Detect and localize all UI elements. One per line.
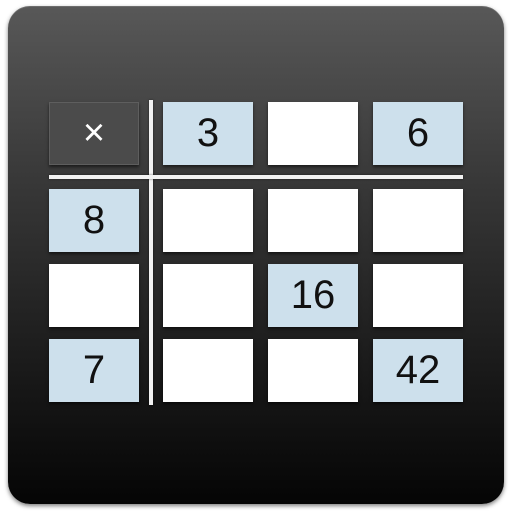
row-header-1: 8 <box>49 189 139 252</box>
column-header-3: 6 <box>373 102 463 165</box>
grid-cell-r2c3 <box>373 264 463 327</box>
grid-cell-r1c3 <box>373 189 463 252</box>
row-header-2 <box>49 264 139 327</box>
grid-cell-r2c2: 16 <box>268 264 358 327</box>
puzzle-grid: × 3 6 8 16 7 42 <box>0 0 512 512</box>
grid-cell-r3c1 <box>163 339 253 402</box>
grid-cell-r3c2 <box>268 339 358 402</box>
grid-cell-r1c2 <box>268 189 358 252</box>
grid-cell-r2c1 <box>163 264 253 327</box>
column-header-2 <box>268 102 358 165</box>
grid-cell-r1c1 <box>163 189 253 252</box>
operator-cell: × <box>49 102 139 165</box>
vertical-divider <box>149 100 153 405</box>
horizontal-divider <box>49 175 463 179</box>
column-header-1: 3 <box>163 102 253 165</box>
row-header-3: 7 <box>49 339 139 402</box>
grid-cell-r3c3: 42 <box>373 339 463 402</box>
